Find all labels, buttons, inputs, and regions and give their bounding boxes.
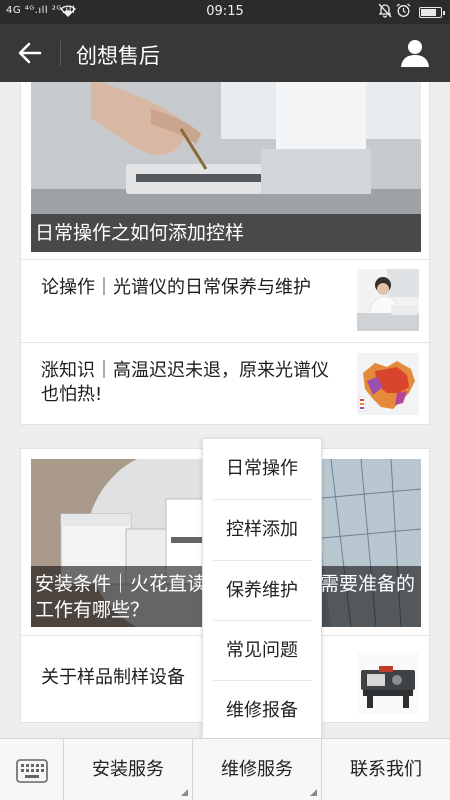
article-card: 日常操作之如何添加控样 论操作｜光谱仪的日常保养与维护 涨知识｜高温迟迟未退，原… xyxy=(20,82,431,426)
back-arrow-icon xyxy=(12,36,48,70)
menu-item-daily-operation[interactable]: 日常操作 xyxy=(203,439,321,499)
tab-label: 维修服务 xyxy=(221,759,293,780)
back-button[interactable] xyxy=(12,36,48,70)
article-thumbnail xyxy=(357,269,419,331)
article-thumbnail xyxy=(357,353,419,415)
bottom-menu-bar: 安装服务 维修服务 联系我们 xyxy=(0,738,450,800)
tab-repair-service[interactable]: 维修服务 xyxy=(193,739,322,800)
hero-caption: 日常操作之如何添加控样 xyxy=(31,214,421,252)
hero-article[interactable]: 日常操作之如何添加控样 xyxy=(31,82,421,252)
article-thumbnail xyxy=(357,652,419,714)
article-list-item[interactable]: 涨知识｜高温迟迟未退，原来光谱仪也怕热! xyxy=(21,342,431,426)
profile-button[interactable] xyxy=(398,38,432,70)
article-list-item[interactable]: 论操作｜光谱仪的日常保养与维护 xyxy=(21,259,431,342)
menu-item-faq[interactable]: 常见问题 xyxy=(203,621,321,681)
service-popup-menu: 日常操作 控样添加 保养维护 常见问题 维修报备 xyxy=(202,438,322,740)
nav-bar: 创想售后 xyxy=(0,24,450,82)
battery-fill xyxy=(421,9,436,16)
battery-icon xyxy=(419,7,445,18)
tab-contact-us[interactable]: 联系我们 xyxy=(322,739,450,800)
menu-item-repair-report[interactable]: 维修报备 xyxy=(203,681,321,741)
menu-item-add-control-sample[interactable]: 控样添加 xyxy=(203,500,321,560)
tab-label: 安装服务 xyxy=(92,759,164,780)
alarm-clock-icon xyxy=(396,3,411,21)
tab-label: 联系我们 xyxy=(350,759,422,780)
article-title: 涨知识｜高温迟迟未退，原来光谱仪也怕热! xyxy=(41,360,329,405)
submenu-indicator-icon xyxy=(310,789,317,796)
page-title: 创想售后 xyxy=(76,44,160,68)
user-icon xyxy=(398,40,432,74)
keyboard-toggle-button[interactable] xyxy=(0,739,64,800)
submenu-indicator-icon xyxy=(181,789,188,796)
nav-divider xyxy=(60,41,61,66)
article-title: 论操作｜光谱仪的日常保养与维护 xyxy=(41,277,311,298)
bell-off-icon xyxy=(378,3,392,21)
menu-item-maintenance[interactable]: 保养维护 xyxy=(203,561,321,621)
status-bar: 4G ⁴ᴳ.ıll ²ᴳ.ıll 09:15 xyxy=(0,0,450,24)
tab-installation-service[interactable]: 安装服务 xyxy=(64,739,193,800)
